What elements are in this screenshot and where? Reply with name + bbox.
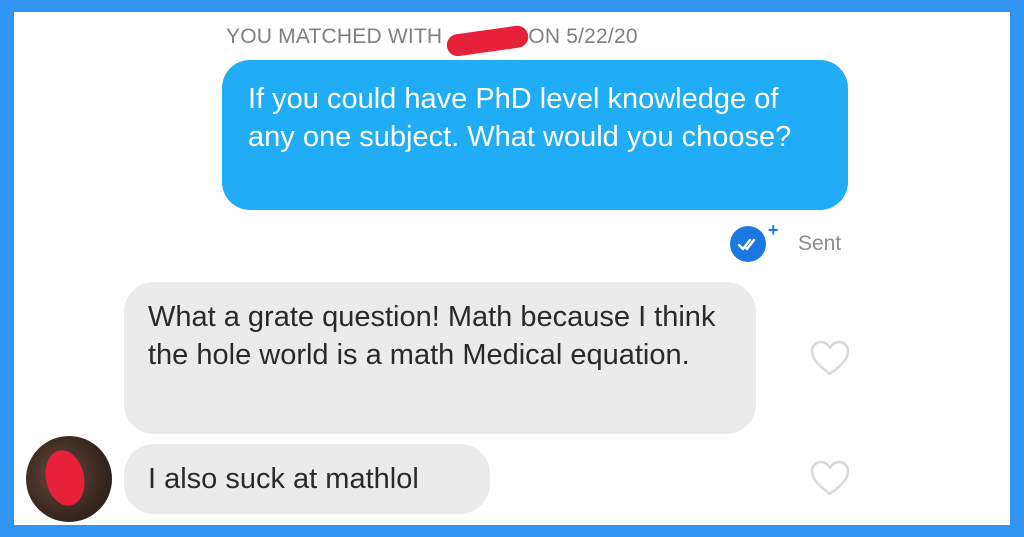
sent-status-label: Sent bbox=[798, 232, 842, 255]
avatar[interactable] bbox=[26, 436, 112, 522]
received-message-bubble[interactable]: What a grate question! Math because I th… bbox=[124, 282, 756, 434]
received-message-bubble[interactable]: I also suck at mathlol bbox=[124, 444, 490, 514]
chat-screen: YOU MATCHED WITH ON 5/22/20 If you could… bbox=[14, 12, 1010, 525]
sent-message-text: If you could have PhD level knowledge of… bbox=[248, 83, 792, 153]
double-check-icon bbox=[730, 226, 766, 262]
plus-icon: + bbox=[768, 220, 779, 240]
redacted-face bbox=[40, 446, 90, 510]
match-header-prefix: YOU MATCHED WITH bbox=[226, 25, 443, 48]
heart-icon[interactable] bbox=[808, 458, 852, 498]
match-date-header: YOU MATCHED WITH ON 5/22/20 bbox=[226, 22, 686, 58]
match-header-date: ON 5/22/20 bbox=[528, 25, 638, 48]
heart-icon[interactable] bbox=[808, 338, 852, 378]
received-message-text: What a grate question! Math because I th… bbox=[148, 301, 716, 371]
redacted-name bbox=[445, 24, 530, 58]
sent-message-bubble[interactable]: If you could have PhD level knowledge of… bbox=[222, 60, 848, 210]
received-message-text: I also suck at mathlol bbox=[148, 463, 419, 495]
